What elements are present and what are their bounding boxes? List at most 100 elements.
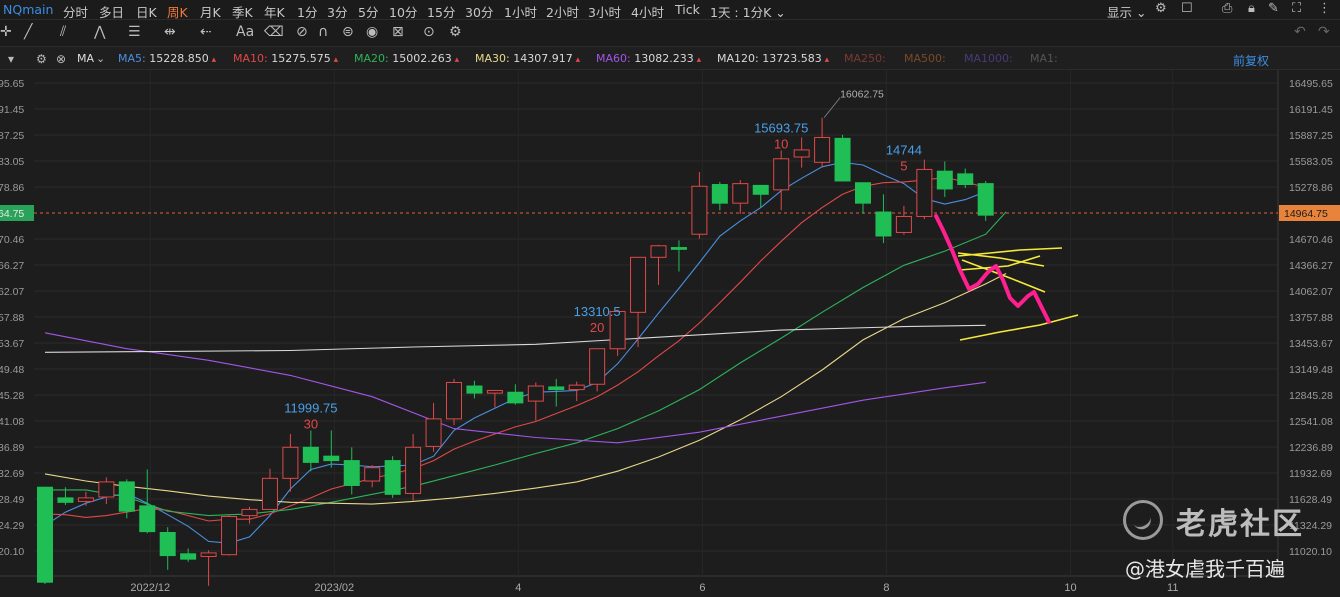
draw-mode-icon[interactable]: ⊜ bbox=[342, 24, 354, 40]
magnet-icon[interactable]: ∩ bbox=[318, 24, 328, 40]
period-tab[interactable]: 季K bbox=[232, 2, 253, 21]
wave-tool-icon[interactable]: ⋀ bbox=[94, 24, 105, 40]
up-arrow-icon: ▴ bbox=[451, 55, 460, 65]
y-tick-label: 11932.69 bbox=[1289, 468, 1332, 480]
candle-body bbox=[405, 446, 422, 494]
left-tick-label: 83.05 bbox=[0, 156, 24, 168]
eraser-icon[interactable]: ⌫ bbox=[264, 24, 284, 40]
x-tick-label: 10 bbox=[1064, 582, 1076, 594]
candle-body bbox=[732, 183, 749, 204]
ma-selector-label[interactable]: MA bbox=[77, 52, 94, 65]
ma-inactive-item[interactable]: MA1: bbox=[1030, 52, 1058, 65]
period-tab[interactable]: 1小时 bbox=[504, 2, 537, 21]
left-tick-label: 53.67 bbox=[0, 338, 24, 350]
left-tick-label: 36.89 bbox=[0, 442, 24, 454]
period-tab[interactable]: 周K bbox=[167, 2, 188, 21]
period-tab[interactable]: 1分 bbox=[297, 2, 317, 21]
fib-tool-icon[interactable]: ☰ bbox=[128, 24, 141, 40]
measure-tool-icon[interactable]: ⇹ bbox=[164, 24, 176, 40]
more-icon[interactable]: ⋮ bbox=[1318, 1, 1331, 16]
settings-icon[interactable]: ⚙ bbox=[1155, 1, 1167, 16]
undo-icon[interactable]: ↶ bbox=[1294, 24, 1306, 40]
adjust-mode-button[interactable]: 前复权 bbox=[1233, 52, 1269, 69]
up-arrow-icon: ▴ bbox=[572, 55, 581, 65]
candle-body bbox=[446, 381, 462, 420]
period-tab[interactable]: 日K bbox=[136, 2, 157, 21]
up-arrow-icon: ▴ bbox=[821, 55, 830, 65]
candle-body bbox=[650, 245, 667, 258]
chevron-down-icon[interactable]: ⌄ bbox=[96, 52, 105, 65]
candle-body bbox=[323, 455, 340, 462]
redo-icon[interactable]: ↷ bbox=[1318, 24, 1330, 40]
candle-body bbox=[589, 348, 606, 385]
delete-drawings-icon[interactable]: ⊠ bbox=[392, 24, 404, 40]
candle-body bbox=[916, 168, 933, 217]
ma-inactive-item[interactable]: MA250: bbox=[844, 52, 886, 65]
candle-body bbox=[691, 185, 708, 235]
display-menu[interactable]: 显示 ⌄ bbox=[1107, 2, 1146, 21]
candle-body bbox=[139, 505, 156, 533]
chevron-down-icon: ⌄ bbox=[775, 5, 786, 20]
last-price-label: 14964.75 bbox=[1284, 208, 1328, 220]
text-tool-icon[interactable]: Aa bbox=[236, 24, 254, 40]
left-tick-label: 91.45 bbox=[0, 104, 24, 116]
left-tick-label: 28.49 bbox=[0, 494, 24, 506]
crosshair-icon[interactable]: ✛ bbox=[0, 24, 12, 40]
hide-drawings-icon[interactable]: ◉ bbox=[366, 24, 378, 40]
candle-body bbox=[957, 173, 974, 186]
candle-body bbox=[630, 256, 647, 313]
left-tick-label: 62.07 bbox=[0, 286, 24, 298]
marker-icon[interactable]: ⊘ bbox=[296, 24, 308, 40]
candle-body bbox=[241, 508, 258, 517]
period-tab[interactable]: 3分 bbox=[327, 2, 347, 21]
candle-body bbox=[548, 386, 565, 391]
period-tab[interactable]: 2小时 bbox=[546, 2, 579, 21]
collapse-icon[interactable]: ▾ bbox=[8, 52, 14, 66]
display-menu-label: 显示 bbox=[1107, 5, 1133, 20]
candle-body bbox=[773, 158, 790, 191]
left-last-price-label: 64.75 bbox=[0, 208, 24, 220]
ma-value-item: MA20: 15002.263 ▴ bbox=[354, 52, 459, 65]
drawing-toolbar: ✛ ╱ ⫽ ⋀ ☰ ⇹ ⇠ Aa ⌫ ⊘ ∩ ⊜ ◉ ⊠ ⊙ ⚙ ↶ ↷ bbox=[0, 20, 1340, 47]
period-tab[interactable]: 3小时 bbox=[588, 2, 621, 21]
indicator-settings-icon[interactable]: ⚙ bbox=[36, 52, 47, 66]
fullscreen-icon[interactable]: ⛶ bbox=[1292, 1, 1301, 16]
symbol-label[interactable]: NQmain bbox=[3, 2, 53, 17]
period-tab[interactable]: 30分 bbox=[465, 2, 493, 21]
watermark-title: 老虎社区 bbox=[1176, 507, 1304, 542]
session-select[interactable]: 1天 : 1分K ⌄ bbox=[710, 2, 786, 21]
link-icon[interactable]: ⊙ bbox=[423, 24, 435, 40]
ma-inactive-item[interactable]: MA1000: bbox=[964, 52, 1013, 65]
period-tab[interactable]: 4小时 bbox=[631, 2, 664, 21]
pen-icon[interactable]: ✎ bbox=[1268, 1, 1279, 16]
candle-body bbox=[118, 481, 135, 512]
period-tab[interactable]: 分时 bbox=[63, 2, 88, 21]
period-tab[interactable]: 5分 bbox=[358, 2, 378, 21]
close-icon[interactable]: ⊗ bbox=[56, 52, 66, 66]
period-tab[interactable]: 月K bbox=[200, 2, 221, 21]
line-tool-icon[interactable]: ╱ bbox=[24, 24, 32, 40]
y-tick-label: 16191.45 bbox=[1289, 104, 1333, 116]
annotation-count: 5 bbox=[900, 158, 907, 173]
drawing-settings-icon[interactable]: ⚙ bbox=[449, 24, 462, 40]
camera-icon[interactable]: ⎙ bbox=[1222, 1, 1232, 16]
period-tab[interactable]: 年K bbox=[264, 2, 285, 21]
candle-body bbox=[977, 183, 994, 216]
annotation-count: 20 bbox=[590, 320, 604, 335]
arrow-tool-icon[interactable]: ⇠ bbox=[200, 24, 212, 40]
layout-icon[interactable]: ☐ bbox=[1181, 1, 1193, 16]
period-tab[interactable]: 多日 bbox=[99, 2, 124, 21]
period-tab[interactable]: 10分 bbox=[389, 2, 417, 21]
ma-value-item: MA120: 13723.583 ▴ bbox=[717, 52, 829, 65]
y-tick-label: 15887.25 bbox=[1289, 130, 1333, 142]
ma-value-item: MA5: 15228.850 ▴ bbox=[118, 52, 216, 65]
lock-icon[interactable]: 🔒︎ bbox=[1248, 1, 1255, 16]
candle-body bbox=[752, 184, 769, 195]
period-tab[interactable]: 15分 bbox=[427, 2, 455, 21]
ma-inactive-item[interactable]: MA500: bbox=[904, 52, 946, 65]
left-tick-label: 41.08 bbox=[0, 416, 24, 428]
trading-chart-window: NQmain 分时 多日 日K 周K 月K 季K 年K 1分 3分 5分 10分 15分 30分 1小时 2… bbox=[0, 0, 1340, 597]
ma-value-item: MA30: 14307.917 ▴ bbox=[475, 52, 580, 65]
period-tab[interactable]: Tick bbox=[675, 2, 700, 17]
channel-tool-icon[interactable]: ⫽ bbox=[60, 24, 66, 40]
